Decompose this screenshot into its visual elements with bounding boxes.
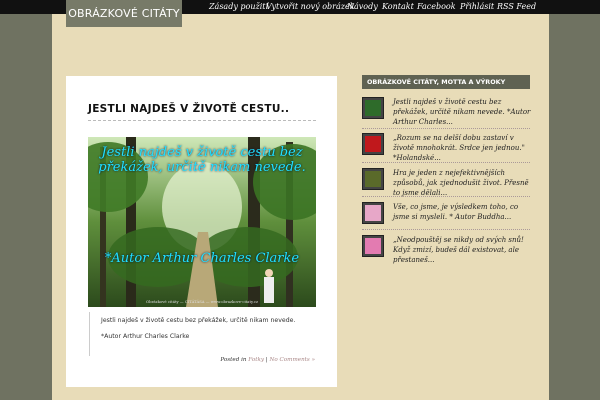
comments-link[interactable]: No Comments » — [269, 357, 315, 363]
right-margin — [549, 14, 600, 400]
nav-rss-feed[interactable]: RSS Feed — [497, 2, 536, 12]
left-margin — [0, 14, 52, 400]
sidebar-item-text[interactable]: Hra je jeden z nejefektivnějších způsobů… — [393, 168, 533, 198]
sidebar-item[interactable]: „Rozum se na delší dobu zastaví v životě… — [362, 133, 532, 163]
image-watermark: Obrázkové citáty — CITÁTÁSA — www.obrazk… — [146, 299, 258, 304]
heart-thumbnail-icon[interactable] — [362, 133, 384, 155]
sidebar-item[interactable]: Vše, co jsme, je výsledkem toho, co jsme… — [362, 202, 532, 228]
category-link[interactable]: Fotky — [248, 357, 264, 363]
sidebar-item-text[interactable]: Jestli najdeš v životě cestu bez překáže… — [393, 97, 533, 127]
title-divider — [88, 120, 316, 121]
pink-frame-thumbnail-icon[interactable] — [362, 235, 384, 257]
sidebar-divider — [362, 128, 530, 129]
image-caption-author: *Autor Arthur Charles Clarke — [104, 251, 300, 266]
sidebar-widget-title: OBRÁZKOVÉ CITÁTY, MOTTA A VÝROKY — [362, 75, 530, 89]
sidebar-item[interactable]: „Neodpouštěj se nikdy od svých snů! Když… — [362, 235, 532, 265]
chess-thumbnail-icon[interactable] — [362, 168, 384, 190]
quote-text: Jestli najdeš v životě cestu bez překáže… — [101, 317, 296, 324]
forest-thumbnail-icon[interactable] — [362, 97, 384, 119]
sidebar-item[interactable]: Jestli najdeš v životě cestu bez překáže… — [362, 97, 532, 127]
sidebar-item-text[interactable]: „Neodpouštěj se nikdy od svých snů! Když… — [393, 235, 533, 265]
nav-facebook[interactable]: Facebook — [417, 2, 456, 12]
meta-prefix: Posted in — [220, 357, 247, 363]
sidebar-divider — [362, 229, 530, 230]
post-title[interactable]: JESTLI NAJDEŠ V ŽIVOTĚ CESTU.. — [88, 103, 289, 115]
sidebar-item-text[interactable]: Vše, co jsme, je výsledkem toho, co jsme… — [393, 202, 533, 222]
meta-separator: | — [265, 357, 268, 363]
post-quote: Jestli najdeš v životě cestu bez překáže… — [89, 312, 310, 356]
sidebar-divider — [362, 196, 530, 197]
nav-zasady-pouziti[interactable]: Zásady použití — [209, 2, 268, 12]
post-meta: Posted in Fotky | No Comments » — [220, 357, 315, 363]
quote-author: *Autor Arthur Charles Clarke — [101, 333, 190, 340]
post-quote-image[interactable]: Jestli najdeš v životě cestu bez překáže… — [88, 137, 316, 307]
nav-kontakt[interactable]: Kontakt — [382, 2, 414, 12]
image-caption-top: Jestli najdeš v životě cestu bez překáže… — [98, 145, 306, 175]
pink-card-thumbnail-icon[interactable] — [362, 202, 384, 224]
nav-vytvorit-obrazek[interactable]: Vytvořit nový obrázek — [266, 2, 355, 12]
sidebar-item[interactable]: Hra je jeden z nejefektivnějších způsobů… — [362, 168, 532, 198]
main-navigation: Zásady použití Vytvořit nový obrázek Náv… — [0, 0, 600, 14]
nav-prihlasit[interactable]: Přihlásit — [460, 2, 494, 12]
sidebar-item-text[interactable]: „Rozum se na delší dobu zastaví v životě… — [393, 133, 533, 163]
nav-navody[interactable]: Návody — [347, 2, 378, 12]
blog-post: JESTLI NAJDEŠ V ŽIVOTĚ CESTU.. Jestli na… — [66, 76, 337, 387]
sidebar-divider — [362, 162, 530, 163]
